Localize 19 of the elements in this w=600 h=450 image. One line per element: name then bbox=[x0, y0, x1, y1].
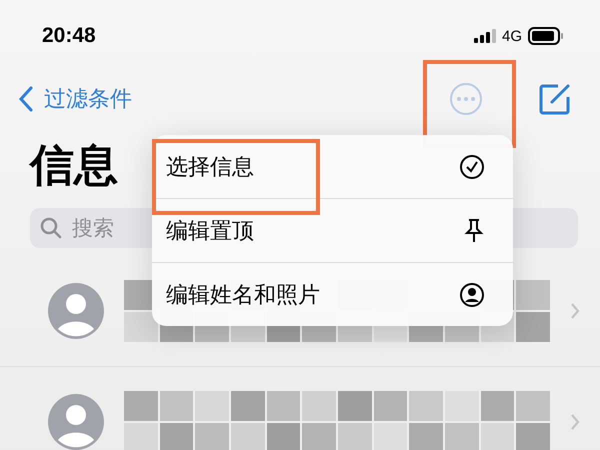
signal-icon bbox=[474, 29, 496, 43]
avatar-icon bbox=[48, 394, 104, 450]
status-time: 20:48 bbox=[42, 24, 96, 48]
checkmark-circle-icon bbox=[459, 154, 485, 180]
back-link[interactable]: 过滤条件 bbox=[18, 84, 132, 114]
battery-icon bbox=[528, 27, 564, 45]
chevron-icon bbox=[570, 413, 580, 431]
page-title: 信息 bbox=[30, 139, 119, 193]
menu-item[interactable]: 编辑姓名和照片 bbox=[152, 263, 513, 326]
menu-item[interactable]: 编辑置顶 bbox=[152, 199, 513, 263]
compose-icon[interactable] bbox=[538, 82, 572, 116]
chevron-icon bbox=[570, 302, 580, 320]
network-label: 4G bbox=[502, 28, 522, 44]
avatar-icon bbox=[48, 283, 104, 339]
menu-item[interactable]: 选择信息 bbox=[152, 135, 513, 199]
back-chevron-icon bbox=[18, 86, 34, 112]
person-circle-icon bbox=[459, 282, 485, 308]
pin-icon bbox=[463, 218, 485, 244]
search-icon bbox=[40, 217, 62, 239]
